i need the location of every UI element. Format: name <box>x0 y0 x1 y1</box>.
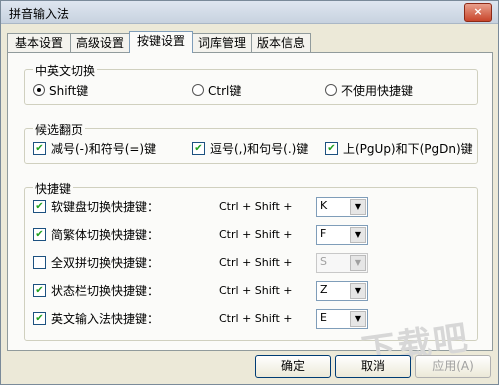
hotkey-row-statusbar-checkbox[interactable]: ✔ <box>33 284 46 297</box>
close-icon: × <box>473 5 483 18</box>
hotkey-row-statusbar-label: 状态栏切换快捷键： <box>51 284 160 298</box>
hotkey-row-english-label: 英文输入法快捷键： <box>51 312 160 326</box>
tab-dictionary[interactable]: 词库管理 <box>192 33 252 52</box>
hotkey-row-statusbar-select[interactable]: Z ▼ <box>316 281 368 301</box>
cancel-button[interactable]: 取消 <box>335 355 411 378</box>
chevron-down-icon: ▼ <box>350 283 366 299</box>
hotkey-row-english-checkbox[interactable]: ✔ <box>33 312 46 325</box>
checkbox-comma-period-label: 逗号(,)和句号(.)键 <box>210 142 309 156</box>
page-group: 候选翻页 ✔ 减号(-)和符号(=)键 ✔ 逗号(,)和句号(.)键 ✔ 上(P… <box>24 121 478 164</box>
hotkey-group-legend: 快捷键 <box>33 180 74 197</box>
checkbox-minus-equal[interactable]: ✔ <box>33 142 46 155</box>
radio-none-label: 不使用快捷键 <box>341 84 414 98</box>
chevron-down-icon: ▼ <box>350 227 366 243</box>
hotkey-row-softkeyboard-label: 软键盘切换快捷键： <box>51 200 160 214</box>
checkbox-comma-period[interactable]: ✔ <box>192 142 205 155</box>
tab-keys[interactable]: 按键设置 <box>129 31 193 53</box>
tab-basic[interactable]: 基本设置 <box>7 33 71 52</box>
hotkey-row-simptrad-label: 简繁体切换快捷键： <box>51 228 160 242</box>
tab-version[interactable]: 版本信息 <box>251 33 311 52</box>
chevron-down-icon: ▼ <box>350 255 366 271</box>
radio-ctrl[interactable] <box>192 84 204 96</box>
tab-panel-keys: 中英文切换 Shift键 Ctrl键 不使用快捷键 候选翻页 ✔ 减号(-)和符… <box>7 52 493 351</box>
hotkey-row-softkeyboard-select[interactable]: K ▼ <box>316 197 368 217</box>
close-button[interactable]: × <box>464 3 492 22</box>
radio-ctrl-label: Ctrl键 <box>208 84 242 98</box>
checkbox-pgup-pgdn[interactable]: ✔ <box>325 142 338 155</box>
switch-group: 中英文切换 Shift键 Ctrl键 不使用快捷键 <box>24 62 478 105</box>
title-bar[interactable]: 拼音输入法 × <box>1 1 498 24</box>
radio-none[interactable] <box>325 84 337 96</box>
hotkey-row-simptrad-checkbox[interactable]: ✔ <box>33 228 46 241</box>
hotkey-row-softkeyboard-combo: Ctrl + Shift + <box>219 200 293 213</box>
hotkey-row-shuangpin-checkbox[interactable] <box>33 256 46 269</box>
ok-button[interactable]: 确定 <box>255 355 331 378</box>
chevron-down-icon: ▼ <box>350 199 366 215</box>
hotkey-row-statusbar-combo: Ctrl + Shift + <box>219 284 293 297</box>
hotkey-row-softkeyboard-checkbox[interactable]: ✔ <box>33 200 46 213</box>
checkbox-pgup-pgdn-label: 上(PgUp)和下(PgDn)键 <box>343 142 473 156</box>
checkbox-minus-equal-label: 减号(-)和符号(=)键 <box>51 142 157 156</box>
switch-group-legend: 中英文切换 <box>33 62 98 79</box>
hotkey-row-simptrad-combo: Ctrl + Shift + <box>219 228 293 241</box>
apply-button: 应用(A) <box>415 355 491 378</box>
radio-shift-label: Shift键 <box>49 84 89 98</box>
window-title: 拼音输入法 <box>9 7 70 21</box>
page-group-legend: 候选翻页 <box>33 121 86 138</box>
hotkey-row-shuangpin-label: 全双拼切换快捷键： <box>51 256 160 270</box>
hotkey-row-english-combo: Ctrl + Shift + <box>219 312 293 325</box>
hotkey-row-simptrad-select[interactable]: F ▼ <box>316 225 368 245</box>
settings-window: 拼音输入法 × 基本设置 高级设置 按键设置 词库管理 版本信息 中英文切换 S… <box>0 0 499 385</box>
hotkey-row-shuangpin-select: S ▼ <box>316 253 368 273</box>
tab-advanced[interactable]: 高级设置 <box>70 33 130 52</box>
radio-shift[interactable] <box>33 84 45 96</box>
hotkey-row-shuangpin-combo: Ctrl + Shift + <box>219 256 293 269</box>
